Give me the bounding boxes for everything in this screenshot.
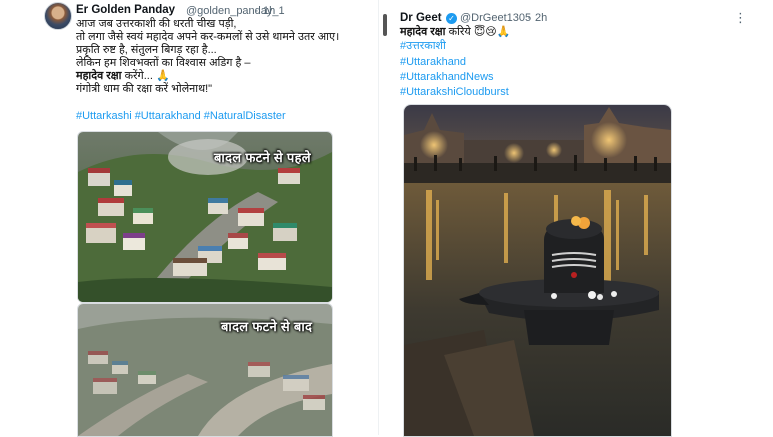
separator-dot: · [527,12,531,24]
tweet-line-1: आज जब उत्तरकाशी की धरती चीख पड़ी, [76,18,237,30]
author-name[interactable]: Dr Geet [400,12,442,24]
avatar[interactable] [44,2,72,30]
hashtag-uttarakshicloudburst[interactable]: #UttarakshiCloudburst [400,86,509,99]
tweet-golden-panday[interactable]: Er Golden Panday @golden_panday_1 · 1h आ… [0,0,370,437]
timestamp[interactable]: 2h [535,12,547,24]
text-rest: करिये 😇😢🙏 [445,26,511,38]
photo-shivling-ghat[interactable] [403,104,672,437]
photo-after-cloudburst[interactable]: बादल फटने से बाद [77,303,333,437]
tweet-line-2: तो लगा जैसे स्वयं महादेव अपने कर-कमलों स… [76,31,340,43]
bold-phrase: महादेव रक्षा [76,70,122,82]
verified-badge-icon: ✓ [446,13,457,24]
caption-after: बादल फटने से बाद [221,319,313,334]
author-name[interactable]: Er Golden Panday [76,4,175,16]
separator-dot: · [255,5,259,17]
bold-line-rest: करेंगे... 🙏 [121,70,170,82]
bold-phrase: महादेव रक्षा [400,26,446,38]
avatar-edge [383,14,387,36]
more-options-icon[interactable]: ⋮ [734,10,747,26]
tweet-line-6: गंगोत्री धाम की रक्षा करें भोलेनाथ!" [76,83,213,95]
hashtags[interactable]: #Uttarkashi #Uttarakhand #NaturalDisaste… [76,110,286,123]
caption-before: बादल फटने से पहले [214,150,311,165]
screenshot-collage: Er Golden Panday @golden_panday_1 · 1h आ… [0,0,773,437]
shivling-ghat-image [404,105,671,436]
tweet-line-4: लेकिन हम शिवभक्तों का विश्वास अडिग है – [76,57,251,69]
photo-before-cloudburst[interactable]: बादल फटने से पहले [77,131,333,303]
tweet-line-5: महादेव रक्षा करेंगे... 🙏 [76,70,170,83]
hashtag-uttarakhandnews[interactable]: #UttarakhandNews [400,71,494,84]
timestamp[interactable]: 1h [263,5,275,17]
hashtag-uttarakhand[interactable]: #Uttarakhand [400,56,466,69]
tweet-dr-geet[interactable]: Dr Geet ✓ @DrGeet1305 · 2h ⋮ महादेव रक्ष… [378,0,773,437]
author-handle[interactable]: @DrGeet1305 [460,12,531,24]
tweet-text: महादेव रक्षा करिये 😇😢🙏 [400,26,510,39]
tweet-line-3: प्रकृति रुष्ट है, संतुलन बिगड़ रहा है... [76,44,217,56]
hashtag-uttarkashi-hindi[interactable]: #उत्तरकाशी [400,40,446,53]
